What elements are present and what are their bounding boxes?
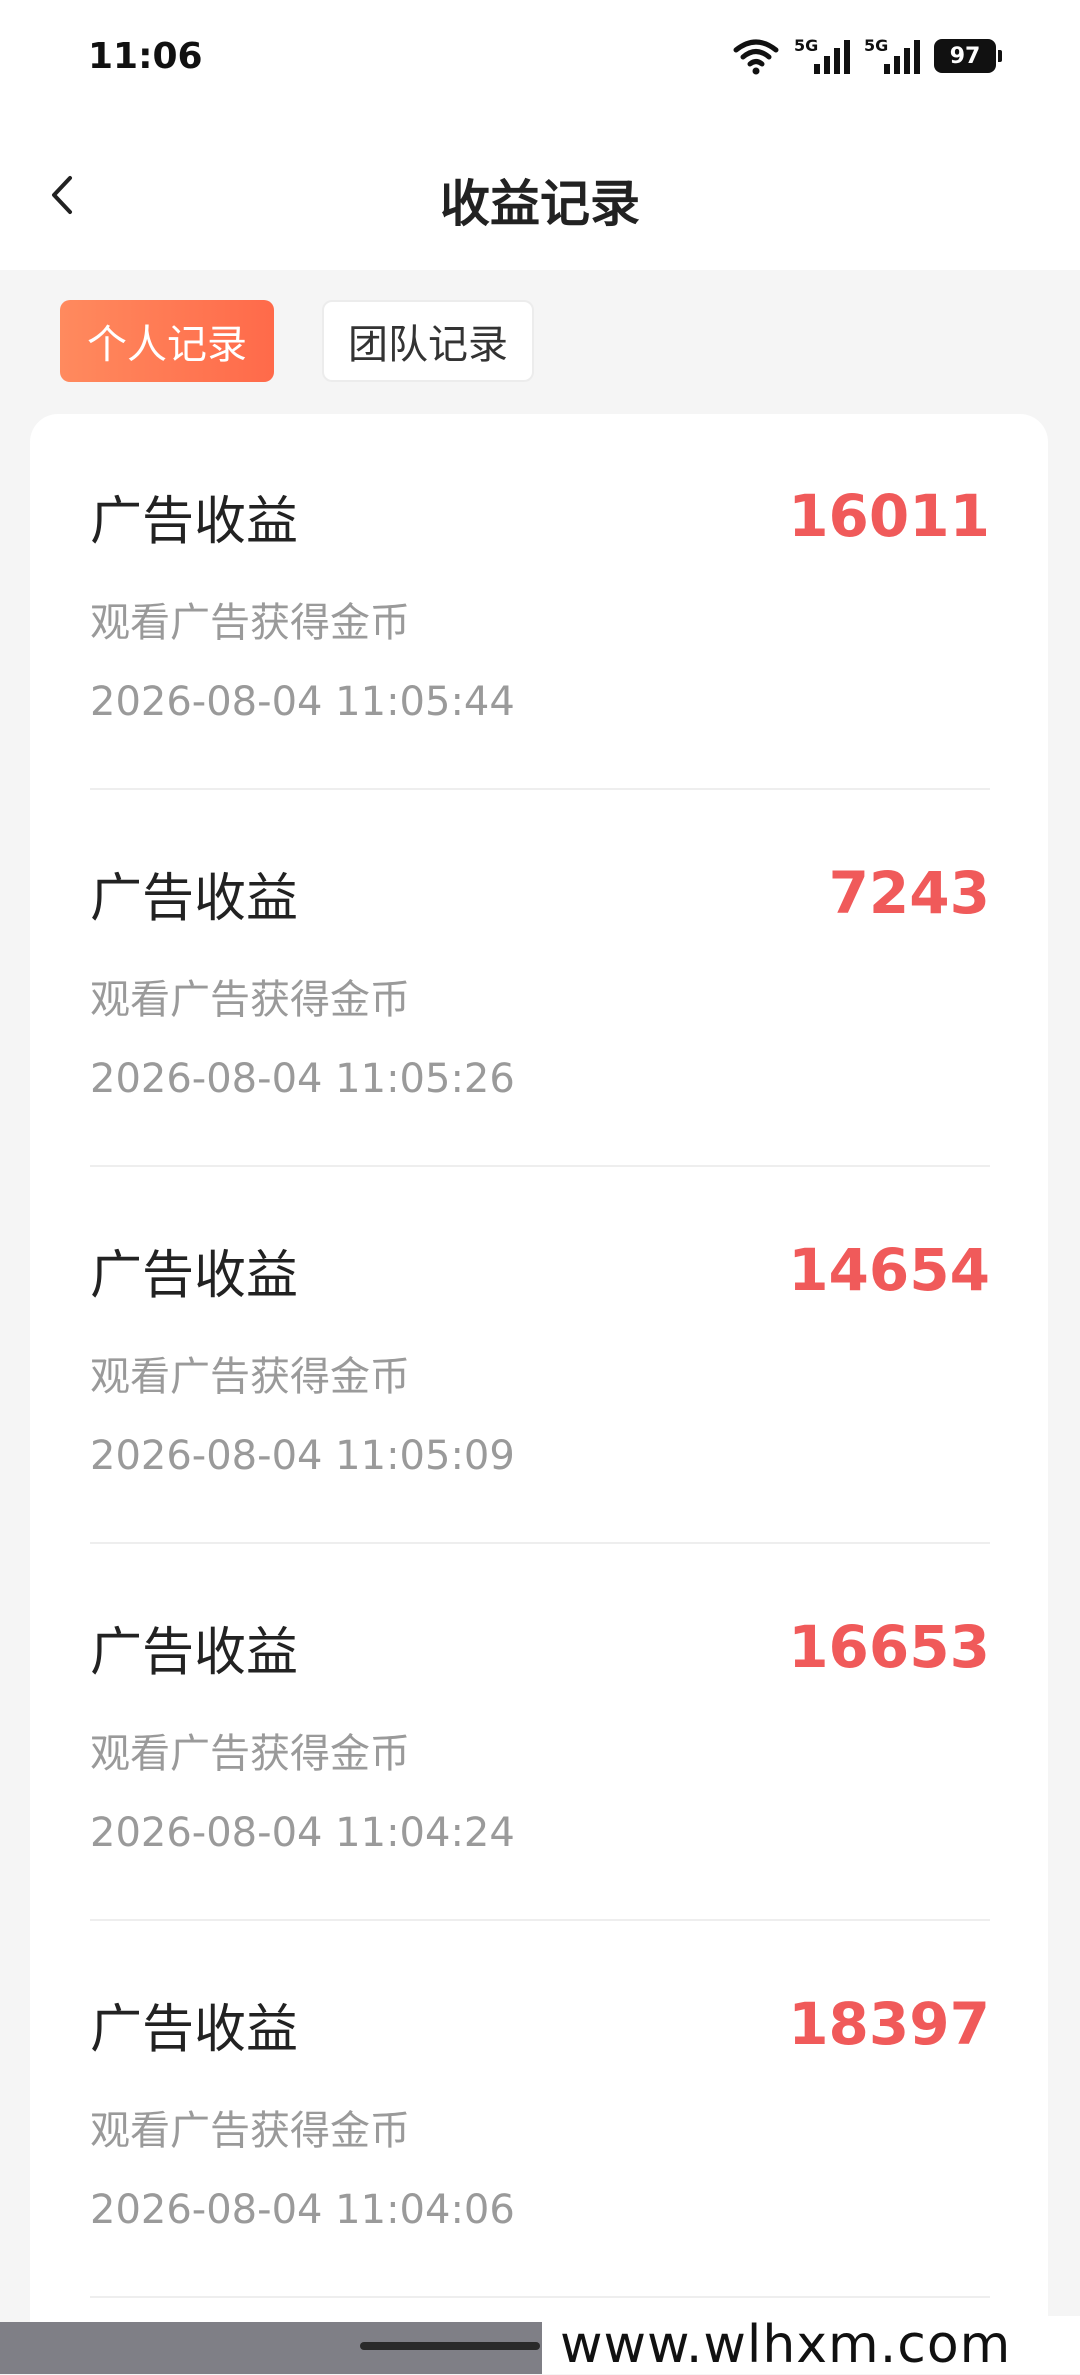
watermark-text: www.wlhxm.com bbox=[542, 2315, 1080, 2375]
divider bbox=[90, 2296, 990, 2298]
records-card: 广告收益 16011 观看广告获得金币 2026-08-04 11:05:44 … bbox=[30, 414, 1048, 2354]
home-indicator[interactable] bbox=[360, 2342, 540, 2350]
list-item: 广告收益 16011 观看广告获得金币 2026-08-04 11:05:44 bbox=[90, 414, 990, 791]
record-description: 观看广告获得金币 bbox=[90, 977, 410, 1023]
record-time: 2026-08-04 11:04:06 bbox=[90, 2187, 515, 2233]
record-amount: 18397 bbox=[788, 1990, 990, 2058]
record-title: 广告收益 bbox=[90, 2000, 299, 2060]
status-icons: 5G 5G 97 bbox=[732, 36, 1002, 76]
wifi-icon bbox=[733, 39, 779, 75]
record-description: 观看广告获得金币 bbox=[90, 600, 410, 646]
record-time: 2026-08-04 11:05:09 bbox=[90, 1433, 515, 1479]
battery-level: 97 bbox=[949, 43, 981, 69]
record-tabs: 个人记录 团队记录 bbox=[60, 300, 534, 382]
record-amount: 16653 bbox=[788, 1613, 990, 1681]
record-title: 广告收益 bbox=[90, 492, 299, 552]
record-description: 观看广告获得金币 bbox=[90, 2108, 410, 2154]
record-title: 广告收益 bbox=[90, 869, 299, 929]
list-item: 广告收益 16653 观看广告获得金币 2026-08-04 11:04:24 bbox=[90, 1545, 990, 1922]
record-title: 广告收益 bbox=[90, 1623, 299, 1683]
list-item: 广告收益 14654 观看广告获得金币 2026-08-04 11:05:09 bbox=[90, 1168, 990, 1545]
page-title: 收益记录 bbox=[440, 175, 640, 233]
tab-personal-records[interactable]: 个人记录 bbox=[60, 300, 274, 382]
divider bbox=[90, 1165, 990, 1167]
record-amount: 7243 bbox=[828, 859, 990, 927]
record-amount: 14654 bbox=[788, 1236, 990, 1304]
list-item: 广告收益 18397 观看广告获得金币 2026-08-04 11:04:06 bbox=[90, 1922, 990, 2299]
divider bbox=[90, 1919, 990, 1921]
record-time: 2026-08-04 11:05:44 bbox=[90, 679, 515, 725]
divider bbox=[90, 1542, 990, 1544]
signal-icon: 5G bbox=[794, 36, 850, 76]
record-description: 观看广告获得金币 bbox=[90, 1731, 410, 1777]
list-item: 广告收益 7243 观看广告获得金币 2026-08-04 11:05:26 bbox=[90, 791, 990, 1168]
record-title: 广告收益 bbox=[90, 1246, 299, 1306]
status-bar: 11:06 5G 5G 97 bbox=[0, 0, 1080, 120]
record-time: 2026-08-04 11:05:26 bbox=[90, 1056, 515, 1102]
signal-icon: 5G bbox=[864, 36, 920, 76]
record-time: 2026-08-04 11:04:24 bbox=[90, 1810, 515, 1856]
record-description: 观看广告获得金币 bbox=[90, 1354, 410, 1400]
divider bbox=[90, 788, 990, 790]
nav-bar: 收益记录 bbox=[0, 120, 1080, 270]
battery-icon: 97 bbox=[934, 39, 1002, 73]
tab-team-records[interactable]: 团队记录 bbox=[322, 300, 534, 382]
status-time: 11:06 bbox=[88, 36, 203, 77]
record-amount: 16011 bbox=[788, 482, 990, 550]
